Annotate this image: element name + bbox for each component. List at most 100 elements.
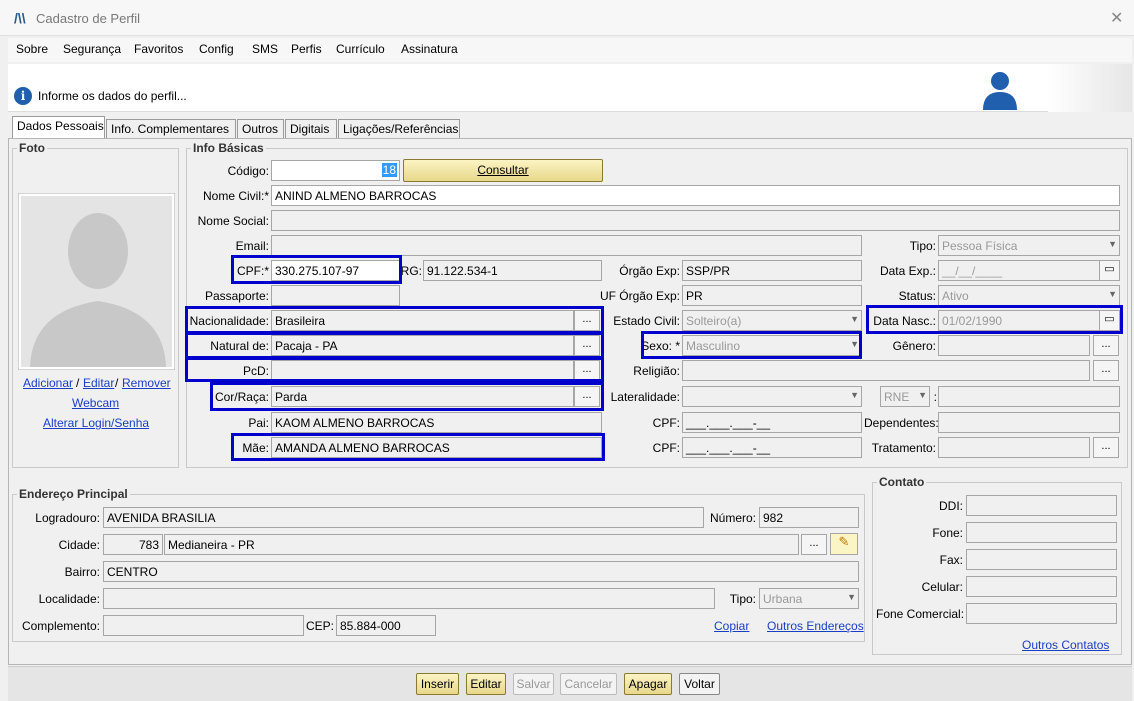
- status-select[interactable]: Ativo ▼: [938, 285, 1120, 306]
- fone-comercial-field[interactable]: [966, 603, 1117, 624]
- orgao-field[interactable]: SSP/PR: [682, 260, 862, 281]
- calendar-icon[interactable]: ▭: [1099, 260, 1120, 281]
- pcd-lookup-button[interactable]: ...: [574, 360, 600, 381]
- tab-digitais[interactable]: Digitais: [285, 119, 337, 138]
- mae-field[interactable]: AMANDA ALMENO BARROCAS: [271, 437, 602, 458]
- menu-curriculo[interactable]: Currículo: [336, 42, 385, 56]
- tratamento-field[interactable]: [938, 437, 1090, 458]
- genero-label: Gênero:: [892, 339, 936, 353]
- status-label: Status:: [898, 289, 936, 303]
- data-exp-label: Data Exp.:: [879, 264, 936, 278]
- natural-lookup-button[interactable]: ...: [574, 335, 600, 356]
- cancelar-button[interactable]: Cancelar: [560, 673, 617, 695]
- close-icon[interactable]: ✕: [1110, 8, 1123, 28]
- fax-label: Fax:: [939, 553, 963, 567]
- header-gradient: [1048, 64, 1132, 112]
- menu-sobre[interactable]: Sobre: [16, 42, 48, 56]
- webcam-link[interactable]: Webcam: [72, 396, 119, 410]
- sexo-select[interactable]: Masculino ▼: [682, 335, 862, 356]
- inserir-button[interactable]: Inserir: [416, 673, 459, 695]
- email-field[interactable]: [271, 235, 862, 256]
- chevron-down-icon: ▼: [850, 390, 859, 400]
- data-exp-field[interactable]: __/__/____: [938, 260, 1100, 281]
- cep-field[interactable]: 85.884-000: [336, 615, 436, 636]
- outros-contatos-link[interactable]: Outros Contatos: [1022, 638, 1109, 652]
- rne-select[interactable]: RNE ▼: [880, 386, 930, 407]
- tab-info-complementares[interactable]: Info. Complementares: [106, 119, 236, 138]
- dependentes-field[interactable]: [938, 412, 1120, 433]
- voltar-button[interactable]: Voltar: [679, 673, 720, 695]
- natural-field[interactable]: Pacaja - PA: [271, 335, 574, 356]
- genero-field[interactable]: [938, 335, 1090, 356]
- nacionalidade-field[interactable]: Brasileira: [271, 310, 574, 331]
- cpf-field[interactable]: 330.275.107-97: [271, 260, 400, 281]
- menu-assinatura[interactable]: Assinatura: [401, 42, 458, 56]
- alterar-login-link[interactable]: Alterar Login/Senha: [43, 416, 149, 430]
- remover-link[interactable]: Remover: [122, 376, 171, 390]
- nacionalidade-lookup-button[interactable]: ...: [574, 310, 600, 331]
- orgao-label: Órgão Exp:: [619, 264, 680, 278]
- menu-seguranca[interactable]: Segurança: [63, 42, 121, 56]
- religiao-field[interactable]: [682, 360, 1090, 381]
- religiao-lookup-button[interactable]: ...: [1093, 360, 1119, 381]
- tab-outros[interactable]: Outros: [237, 119, 284, 138]
- end-tipo-select[interactable]: Urbana ▼: [759, 588, 859, 609]
- cpf-mae-field[interactable]: ___.___.___-__: [682, 437, 862, 458]
- uf-field[interactable]: PR: [682, 285, 862, 306]
- pai-field[interactable]: KAOM ALMENO BARROCAS: [271, 412, 602, 433]
- menu-favoritos[interactable]: Favoritos: [134, 42, 183, 56]
- lateralidade-select[interactable]: ▼: [682, 386, 862, 407]
- salvar-button[interactable]: Salvar: [513, 673, 554, 695]
- nacionalidade-label: Nacionalidade:: [189, 314, 269, 328]
- chevron-down-icon: ▼: [850, 339, 859, 349]
- nome-civil-field[interactable]: ANIND ALMENO BARROCAS: [271, 185, 1120, 206]
- data-nasc-field[interactable]: 01/02/1990: [938, 310, 1100, 331]
- cpf-pai-field[interactable]: ___.___.___-__: [682, 412, 862, 433]
- apagar-button[interactable]: Apagar: [624, 673, 672, 695]
- adicionar-link[interactable]: Adicionar: [23, 376, 73, 390]
- numero-label: Número:: [709, 511, 756, 525]
- cor-field[interactable]: Parda: [271, 386, 574, 407]
- calendar-icon[interactable]: ▭: [1099, 310, 1120, 331]
- info-text: Informe os dados do perfil...: [38, 89, 187, 103]
- celular-field[interactable]: [966, 576, 1117, 597]
- cidade-field[interactable]: Medianeira - PR: [164, 534, 799, 555]
- copiar-link[interactable]: Copiar: [714, 619, 749, 633]
- pcd-label: PcD:: [242, 364, 269, 378]
- fax-field[interactable]: [966, 549, 1117, 570]
- nome-social-field[interactable]: [271, 210, 1120, 231]
- consultar-button[interactable]: Consultar: [403, 159, 603, 182]
- rne-field[interactable]: [938, 386, 1120, 407]
- fone-label: Fone:: [932, 526, 963, 540]
- numero-field[interactable]: 982: [759, 507, 859, 528]
- fone-field[interactable]: [966, 522, 1117, 543]
- bairro-field[interactable]: CENTRO: [103, 561, 859, 582]
- pcd-field[interactable]: [271, 360, 574, 381]
- dependentes-label: Dependentes:: [864, 416, 939, 430]
- complemento-label: Complemento:: [21, 619, 100, 633]
- estado-civil-select[interactable]: Solteiro(a) ▼: [682, 310, 862, 331]
- logradouro-field[interactable]: AVENIDA BRASILIA: [103, 507, 704, 528]
- complemento-field[interactable]: [103, 615, 304, 636]
- editar-button[interactable]: Editar: [466, 673, 506, 695]
- passaporte-field[interactable]: [271, 285, 400, 306]
- pai-label: Pai:: [248, 416, 269, 430]
- rg-field[interactable]: 91.122.534-1: [423, 260, 602, 281]
- tab-dados-pessoais[interactable]: Dados Pessoais: [12, 116, 105, 138]
- cidade-lookup-button[interactable]: ...: [801, 534, 827, 555]
- tab-ligacoes[interactable]: Ligações/Referências: [338, 119, 460, 138]
- pencil-icon[interactable]: ✎: [830, 533, 858, 555]
- localidade-field[interactable]: [103, 588, 715, 609]
- tipo-select[interactable]: Pessoa Física ▼: [938, 235, 1120, 256]
- ddi-field[interactable]: [966, 495, 1117, 516]
- menu-sms[interactable]: SMS: [252, 42, 278, 56]
- cor-lookup-button[interactable]: ...: [574, 386, 600, 407]
- codigo-field[interactable]: 18: [271, 160, 400, 181]
- editar-link[interactable]: Editar: [83, 376, 114, 390]
- tratamento-lookup-button[interactable]: ...: [1093, 437, 1119, 458]
- outros-enderecos-link[interactable]: Outros Endereços: [767, 619, 864, 633]
- genero-lookup-button[interactable]: ...: [1093, 335, 1119, 356]
- menu-perfis[interactable]: Perfis: [291, 42, 322, 56]
- menu-config[interactable]: Config: [199, 42, 234, 56]
- cidade-code-field[interactable]: 783: [103, 534, 163, 555]
